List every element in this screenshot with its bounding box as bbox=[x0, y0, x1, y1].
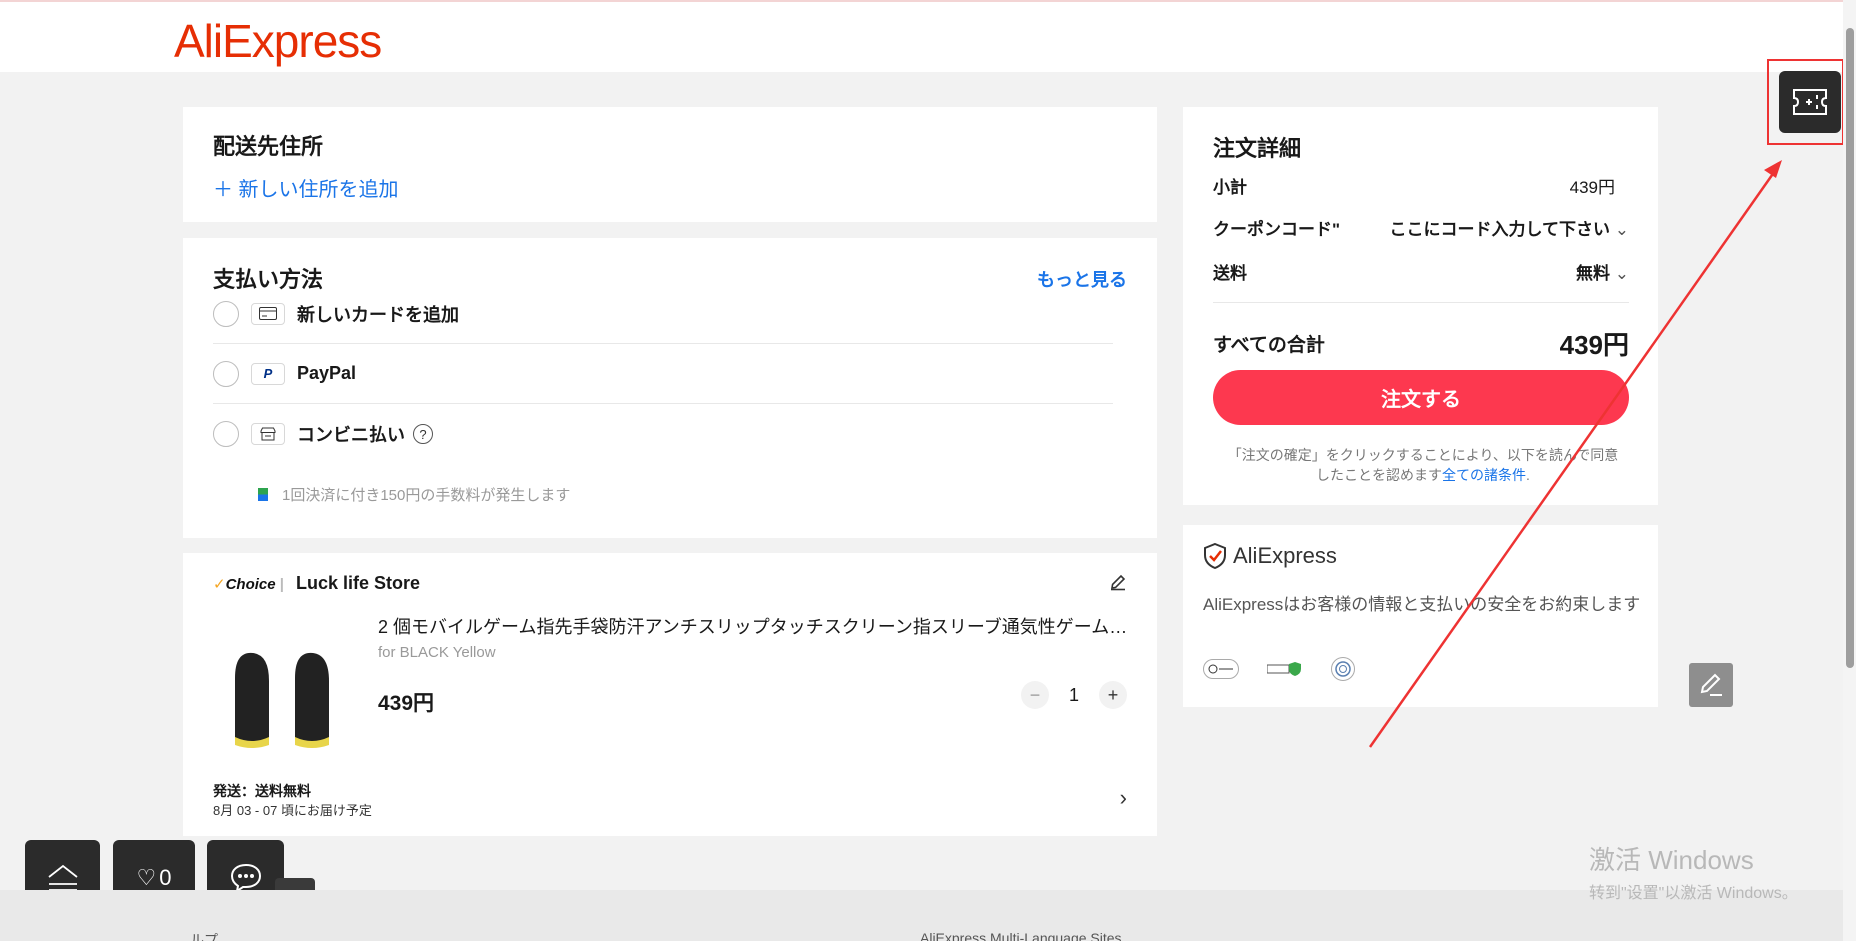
product-variant: for BLACK Yellow bbox=[378, 644, 496, 661]
divider bbox=[1213, 302, 1629, 303]
subtotal-row: 小計 439円 bbox=[1213, 173, 1629, 198]
footer: ルプ AliExpress Multi-Language Sites bbox=[0, 890, 1846, 941]
decrease-button[interactable]: − bbox=[1021, 681, 1049, 709]
shipping-value-text: 無料 bbox=[1576, 264, 1611, 283]
feedback-button[interactable] bbox=[1689, 663, 1733, 707]
check-icon: ✓ bbox=[213, 576, 226, 593]
shipping-address-card: 配送先住所 ＋ 新しい住所を追加 bbox=[183, 107, 1157, 222]
total-label: すべての合計 bbox=[1213, 335, 1325, 356]
radio-button[interactable] bbox=[213, 421, 239, 447]
arrow-up-icon bbox=[47, 864, 78, 891]
security-brand-text: AliExpress bbox=[1233, 543, 1337, 568]
quantity-value: 1 bbox=[1068, 684, 1079, 705]
chevron-down-icon: ⌄ bbox=[1614, 264, 1629, 283]
pci-badge-icon bbox=[1203, 659, 1239, 679]
radio-button[interactable] bbox=[213, 360, 239, 387]
product-price: 439円 bbox=[378, 692, 435, 715]
chevron-down-icon: ⌄ bbox=[1614, 220, 1629, 239]
product-image[interactable] bbox=[223, 633, 343, 753]
footer-link[interactable]: ルプ bbox=[190, 930, 218, 941]
increase-button[interactable]: + bbox=[1099, 681, 1127, 709]
scrollbar[interactable] bbox=[1843, 0, 1856, 941]
terms-body: 「注文の確定」をクリックすることにより、以下を読んで同意したことを認めます bbox=[1227, 447, 1619, 483]
payment-method-card: 支払い方法 もっと見る 新しいカードを追加 P PayPal コンビニ払い ? … bbox=[183, 238, 1157, 538]
total-value: 439円 bbox=[1559, 330, 1629, 360]
paypal-icon: P bbox=[251, 362, 285, 385]
payment-option-label: PayPal bbox=[297, 363, 357, 383]
coupon-row[interactable]: クーポンコード" ここにコード入力して下さい ⌄ bbox=[1213, 215, 1629, 240]
security-brand: AliExpress bbox=[1203, 543, 1337, 569]
chevron-right-icon[interactable]: › bbox=[1120, 785, 1127, 811]
windows-activation-watermark: 激活 Windows 转到"设置"以激活 Windows。 bbox=[1589, 840, 1798, 903]
payment-option-label: 新しいカードを追加 bbox=[297, 304, 459, 325]
product-title[interactable]: 2 個モバイルゲーム指先手袋防汗アンチスリップタッチスクリーン指スリーブ通気性ゲ… bbox=[378, 613, 1128, 639]
coupon-placeholder: ここにコード入力して下さい bbox=[1389, 220, 1611, 239]
payment-option-card[interactable]: 新しいカードを追加 bbox=[213, 284, 1113, 344]
summary-title: 注文詳細 bbox=[1213, 136, 1302, 161]
annotation-highlight-box bbox=[1767, 59, 1844, 145]
address-title: 配送先住所 bbox=[213, 134, 324, 159]
watermark-line2: 转到"设置"以激活 Windows。 bbox=[1589, 885, 1798, 902]
shipping-label: 送料 bbox=[1213, 264, 1247, 283]
konbini-brand-icon bbox=[258, 488, 268, 501]
pencil-icon bbox=[1700, 673, 1722, 696]
payment-option-label: コンビニ払い bbox=[297, 425, 405, 445]
watermark-line1: 激活 Windows bbox=[1589, 845, 1754, 875]
subtotal-label: 小計 bbox=[1213, 178, 1247, 197]
payment-option-konbini[interactable]: コンビニ払い ? bbox=[213, 404, 1113, 464]
terms-text: 「注文の確定」をクリックすることにより、以下を読んで同意したことを認めます全ての… bbox=[1223, 445, 1623, 485]
security-text: AliExpressはお客様の情報と支払いの安全をお約束します bbox=[1203, 595, 1641, 614]
verified-badge-icon bbox=[1267, 659, 1303, 679]
coupon-label: クーポンコード" bbox=[1213, 220, 1341, 239]
subtotal-value: 439円 bbox=[1569, 178, 1615, 197]
edit-icon[interactable] bbox=[1109, 573, 1127, 596]
scrollbar-thumb[interactable] bbox=[1846, 28, 1854, 668]
terms-link[interactable]: 全ての諸条件 bbox=[1442, 467, 1526, 483]
add-address-link[interactable]: ＋ 新しい住所を追加 bbox=[213, 173, 399, 202]
fee-note: 1回決済に付き150円の手数料が発生します bbox=[258, 484, 570, 505]
store-name[interactable]: Luck life Store bbox=[296, 573, 420, 594]
shield-check-icon bbox=[1204, 543, 1226, 569]
aliexpress-logo[interactable]: AliExpress bbox=[174, 14, 382, 68]
help-icon[interactable]: ? bbox=[413, 424, 433, 444]
heart-icon: ♡ bbox=[136, 864, 157, 890]
choice-badge: ✓Choice | bbox=[213, 576, 284, 593]
total-row: すべての合計 439円 bbox=[1213, 325, 1629, 362]
wishlist-count: 0 bbox=[159, 864, 172, 890]
security-badges bbox=[1203, 657, 1355, 681]
shipping-info: 発送：送料無料 bbox=[213, 783, 311, 799]
security-card: AliExpress AliExpressはお客様の情報と支払いの安全をお約束し… bbox=[1183, 525, 1658, 707]
quantity-stepper: − 1 + bbox=[1021, 681, 1127, 709]
place-order-button[interactable]: 注文する bbox=[1213, 370, 1629, 425]
shipping-row[interactable]: 送料 無料 ⌄ bbox=[1213, 259, 1629, 284]
fee-note-text: 1回決済に付き150円の手数料が発生します bbox=[282, 487, 571, 504]
certificate-badge-icon bbox=[1331, 657, 1355, 681]
store-icon bbox=[251, 423, 285, 445]
chat-bubble-icon bbox=[230, 863, 261, 893]
footer-link[interactable]: AliExpress Multi-Language Sites bbox=[920, 930, 1122, 941]
terms-end: . bbox=[1526, 467, 1530, 483]
delivery-estimate: 8月 03 - 07 頃にお届け予定 bbox=[213, 803, 372, 818]
order-item-card: ✓Choice | Luck life Store 2 個モバイルゲーム指先手袋… bbox=[183, 553, 1157, 836]
coupon-input[interactable]: ここにコード入力して下さい ⌄ bbox=[1390, 215, 1629, 240]
top-header: AliExpress bbox=[0, 0, 1856, 72]
payment-option-paypal[interactable]: P PayPal bbox=[213, 344, 1113, 404]
shipping-value[interactable]: 無料 ⌄ bbox=[1576, 259, 1629, 284]
order-summary-card: 注文詳細 小計 439円 クーポンコード" ここにコード入力して下さい ⌄ 送料… bbox=[1183, 107, 1658, 505]
credit-card-icon bbox=[251, 302, 285, 325]
choice-label: Choice bbox=[225, 576, 276, 593]
radio-button[interactable] bbox=[213, 300, 239, 327]
